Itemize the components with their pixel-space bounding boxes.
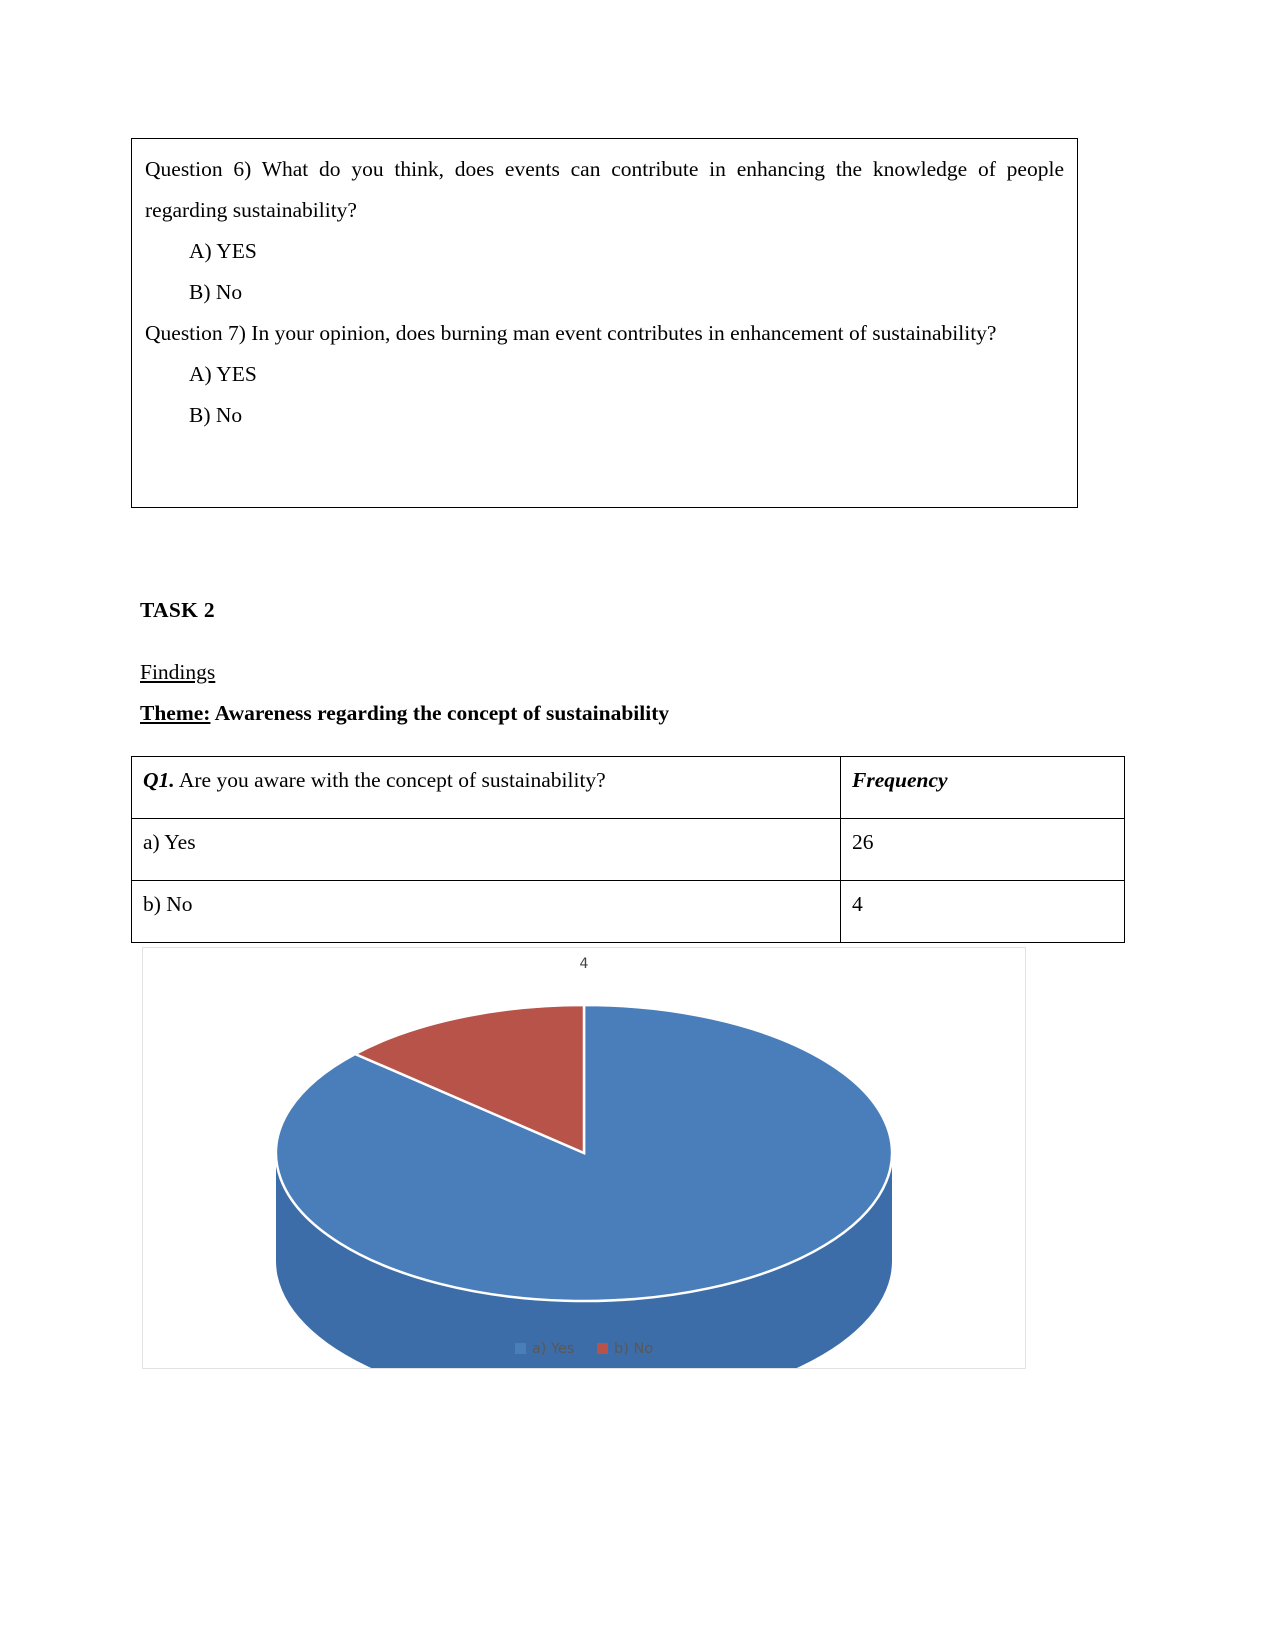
question-box: Question 6) What do you think, does even… (131, 138, 1078, 508)
legend-label-no: b) No (613, 1341, 654, 1357)
task-title: TASK 2 (140, 598, 215, 622)
legend-swatch-yes (514, 1343, 526, 1354)
pie-chart-svg: 4 26 (274, 956, 894, 1368)
question-7-option-a: A) YES (189, 362, 257, 386)
legend-item-no: b) No (596, 1341, 654, 1357)
question-7-option-b: B) No (189, 403, 243, 427)
frequency-label: Frequency (852, 768, 948, 792)
theme-heading: Theme: Awareness regarding the concept o… (140, 701, 669, 726)
table-header-frequency: Frequency (840, 756, 1125, 819)
legend-swatch-no (596, 1343, 608, 1354)
table-row: b) No 4 (131, 880, 1125, 943)
theme-value: Awareness regarding the concept of susta… (210, 701, 670, 725)
question-7-text: Question 7) In your opinion, does burnin… (145, 321, 997, 345)
findings-heading: Findings (140, 660, 216, 684)
row-label-no: b) No (131, 880, 841, 943)
theme-label: Theme: (140, 701, 211, 725)
question-6-option-a: A) YES (189, 239, 257, 263)
question-number: Q1. (143, 768, 175, 792)
table-row: a) Yes 26 (131, 818, 1125, 881)
pie-label-no: 4 (580, 956, 589, 972)
legend-item-yes: a) Yes (514, 1341, 575, 1357)
table-header-row: Q1. Are you aware with the concept of su… (131, 756, 1125, 819)
table-header-question: Q1. Are you aware with the concept of su… (131, 756, 841, 819)
row-frequency-yes: 26 (840, 818, 1125, 881)
chart-legend: a) Yes b) No (143, 1341, 1025, 1357)
row-label-yes: a) Yes (131, 818, 841, 881)
findings-table: Q1. Are you aware with the concept of su… (131, 756, 1125, 943)
row-frequency-no: 4 (840, 880, 1125, 943)
pie-chart: 4 26 a) Yes b) No (142, 947, 1026, 1369)
question-6-option-b: B) No (189, 280, 243, 304)
legend-label-yes: a) Yes (531, 1341, 575, 1357)
document-page: Question 6) What do you think, does even… (0, 0, 1275, 1651)
question-6-text: Question 6) What do you think, does even… (145, 157, 1064, 222)
question-text: Are you aware with the concept of sustai… (174, 768, 606, 792)
